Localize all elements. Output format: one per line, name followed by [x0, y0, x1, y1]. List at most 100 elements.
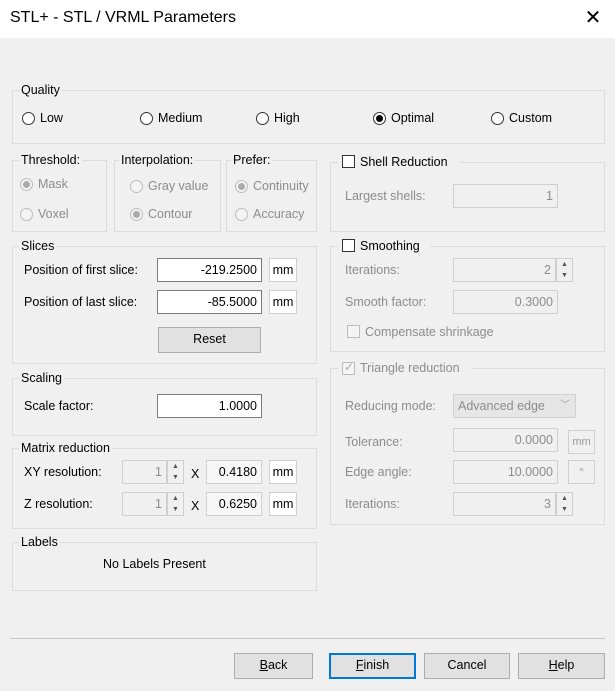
- prefer-accuracy-radio[interactable]: [235, 208, 248, 221]
- spin-up-icon[interactable]: ▲: [168, 494, 183, 505]
- reset-button[interactable]: Reset: [158, 327, 261, 353]
- largest-shells-input[interactable]: 1: [453, 184, 558, 208]
- quality-medium-radio[interactable]: [140, 112, 153, 125]
- slices-label: Slices: [19, 239, 57, 253]
- smoothing-iterations-spinner[interactable]: ▲ ▼: [556, 258, 573, 282]
- interpolation-group: [114, 160, 221, 232]
- z-resolution-label: Z resolution:: [24, 497, 93, 511]
- close-icon[interactable]: ✕: [583, 7, 603, 29]
- interpolation-gray-radio[interactable]: [130, 180, 143, 193]
- help-accel-key: H: [548, 658, 558, 672]
- chevron-down-icon: ﹀: [560, 400, 570, 411]
- xy-value-field: 0.4180: [206, 460, 262, 484]
- reducing-mode-value: Advanced edge: [458, 399, 545, 413]
- footer-separator: [10, 638, 605, 639]
- z-value-field: 0.6250: [206, 492, 262, 516]
- quality-low-radio[interactable]: [22, 112, 35, 125]
- triangle-reduction-label[interactable]: Triangle reduction: [360, 361, 460, 375]
- edge-angle-label: Edge angle:: [345, 465, 412, 479]
- threshold-mask-label[interactable]: Mask: [38, 177, 68, 191]
- spin-up-icon[interactable]: ▲: [168, 462, 183, 473]
- cancel-button[interactable]: Cancel: [424, 653, 510, 679]
- scale-factor-input[interactable]: 1.0000: [157, 394, 262, 418]
- compensate-shrinkage-checkbox[interactable]: [347, 325, 360, 338]
- quality-optimal-label[interactable]: Optimal: [391, 111, 434, 125]
- shell-reduction-checkbox[interactable]: [342, 155, 355, 168]
- window-title: STL+ - STL / VRML Parameters: [10, 9, 236, 26]
- quality-label: Quality: [19, 83, 62, 97]
- last-slice-input[interactable]: -85.5000: [157, 290, 262, 314]
- back-label-rest: ack: [267, 658, 288, 672]
- shell-reduction-label[interactable]: Shell Reduction: [360, 155, 448, 169]
- finish-label-rest: inish: [363, 658, 390, 672]
- quality-high-radio[interactable]: [256, 112, 269, 125]
- interpolation-label: Interpolation:: [119, 153, 196, 167]
- spin-down-icon[interactable]: ▼: [168, 505, 183, 516]
- largest-shells-label: Largest shells:: [345, 189, 426, 203]
- quality-custom-label[interactable]: Custom: [509, 111, 552, 125]
- labels-label: Labels: [19, 535, 60, 549]
- threshold-voxel-label[interactable]: Voxel: [38, 207, 69, 221]
- smoothing-label[interactable]: Smoothing: [360, 239, 420, 253]
- smoothing-iterations-label: Iterations:: [345, 263, 400, 277]
- spin-up-icon[interactable]: ▲: [557, 260, 572, 271]
- last-slice-label: Position of last slice:: [24, 295, 138, 309]
- first-slice-unit: mm: [269, 258, 297, 282]
- compensate-shrinkage-label[interactable]: Compensate shrinkage: [365, 325, 494, 339]
- reducing-mode-label: Reducing mode:: [345, 399, 437, 413]
- help-button[interactable]: Help: [518, 653, 605, 679]
- edge-angle-unit: °: [568, 460, 595, 484]
- triangle-iterations-spinner[interactable]: ▲ ▼: [556, 492, 573, 516]
- quality-high-label[interactable]: High: [274, 111, 300, 125]
- spin-down-icon[interactable]: ▼: [557, 271, 572, 282]
- edge-angle-input[interactable]: 10.0000: [453, 460, 558, 484]
- smoothing-iterations-input[interactable]: 2: [453, 258, 556, 282]
- smooth-factor-label: Smooth factor:: [345, 295, 427, 309]
- spin-up-icon[interactable]: ▲: [557, 494, 572, 505]
- first-slice-input[interactable]: -219.2500: [157, 258, 262, 282]
- first-slice-label: Position of first slice:: [24, 263, 138, 277]
- interpolation-contour-label[interactable]: Contour: [148, 207, 192, 221]
- quality-custom-radio[interactable]: [491, 112, 504, 125]
- spin-down-icon[interactable]: ▼: [168, 473, 183, 484]
- z-count-spinner[interactable]: ▲ ▼: [167, 492, 184, 516]
- prefer-accuracy-label[interactable]: Accuracy: [253, 207, 304, 221]
- interpolation-contour-radio[interactable]: [130, 208, 143, 221]
- finish-button[interactable]: Finish: [329, 653, 416, 679]
- quality-optimal-radio[interactable]: [373, 112, 386, 125]
- z-unit: mm: [269, 492, 297, 516]
- labels-empty-text: No Labels Present: [103, 557, 206, 571]
- xy-resolution-label: XY resolution:: [24, 465, 102, 479]
- tolerance-label: Tolerance:: [345, 435, 403, 449]
- xy-count-input[interactable]: 1: [122, 460, 167, 484]
- scale-factor-label: Scale factor:: [24, 399, 94, 413]
- help-label-rest: elp: [557, 658, 575, 672]
- tolerance-input[interactable]: 0.0000: [453, 428, 558, 452]
- last-slice-unit: mm: [269, 290, 297, 314]
- prefer-continuity-label[interactable]: Continuity: [253, 179, 309, 193]
- reducing-mode-select[interactable]: Advanced edge ﹀: [453, 394, 576, 418]
- z-count-input[interactable]: 1: [122, 492, 167, 516]
- smoothing-checkbox[interactable]: [342, 239, 355, 252]
- quality-low-label[interactable]: Low: [40, 111, 63, 125]
- threshold-group: [12, 160, 107, 232]
- smooth-factor-input[interactable]: 0.3000: [453, 290, 558, 314]
- threshold-voxel-radio[interactable]: [20, 208, 33, 221]
- threshold-label: Threshold:: [19, 153, 83, 167]
- xy-unit: mm: [269, 460, 297, 484]
- title-bar: STL+ - STL / VRML Parameters ✕: [0, 0, 615, 39]
- triangle-reduction-checkbox[interactable]: [342, 360, 355, 375]
- xy-times-label: X: [191, 467, 200, 481]
- scaling-label: Scaling: [19, 371, 64, 385]
- xy-count-spinner[interactable]: ▲ ▼: [167, 460, 184, 484]
- prefer-continuity-radio[interactable]: [235, 180, 248, 193]
- threshold-mask-radio[interactable]: [20, 178, 33, 191]
- prefer-label: Prefer:: [231, 153, 273, 167]
- interpolation-gray-label[interactable]: Gray value: [148, 179, 208, 193]
- spin-down-icon[interactable]: ▼: [557, 505, 572, 516]
- triangle-iterations-input[interactable]: 3: [453, 492, 556, 516]
- tolerance-unit: mm: [568, 430, 595, 454]
- quality-medium-label[interactable]: Medium: [158, 111, 202, 125]
- triangle-iterations-label: Iterations:: [345, 497, 400, 511]
- back-button[interactable]: Back: [234, 653, 313, 679]
